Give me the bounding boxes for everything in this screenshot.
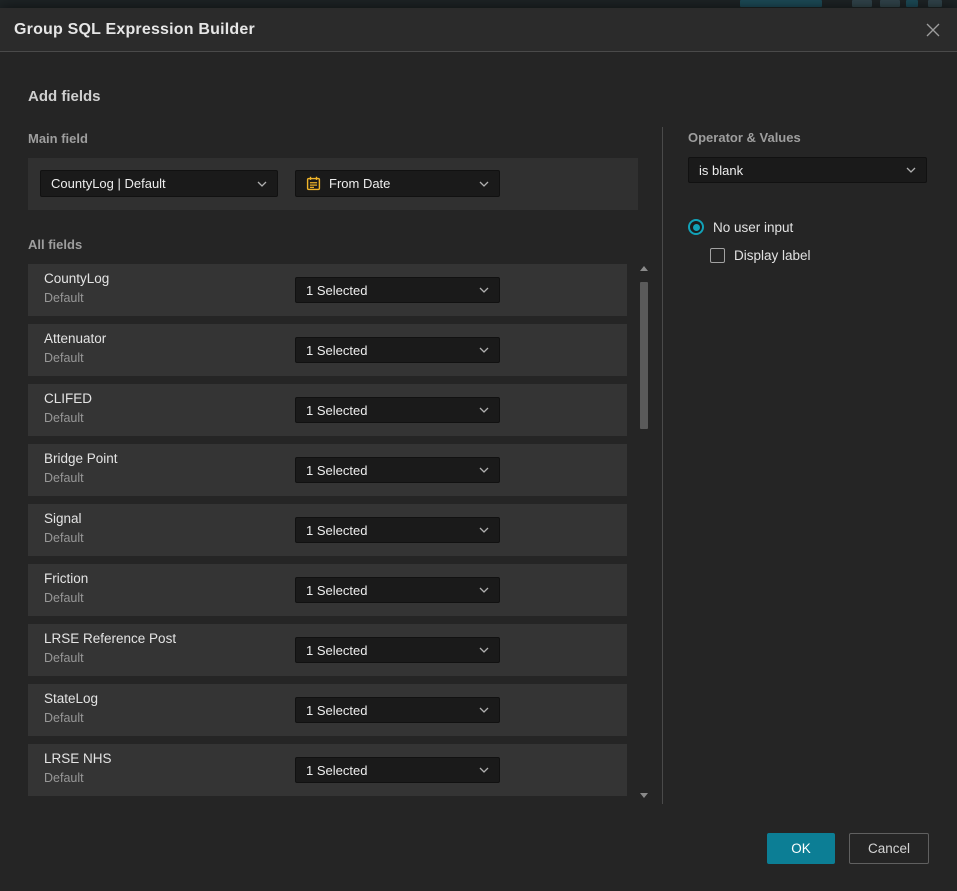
main-field-field-dropdown[interactable]: From Date (295, 170, 500, 197)
display-label-text: Display label (734, 248, 811, 263)
field-row: Friction Default 1 Selected (28, 564, 627, 616)
background-toolbar-fragment (906, 0, 918, 7)
field-selection-value: 1 Selected (306, 343, 471, 358)
chevron-down-icon (479, 407, 489, 413)
all-fields-list: CountyLog Default 1 Selected Attenuator … (28, 264, 627, 804)
main-field-field-value: From Date (329, 176, 471, 191)
field-name: StateLog (44, 691, 98, 706)
chevron-down-icon (479, 287, 489, 293)
field-selection-dropdown[interactable]: 1 Selected (295, 517, 500, 543)
chevron-down-icon (479, 707, 489, 713)
operator-values-label: Operator & Values (688, 130, 801, 145)
field-subtitle: Default (44, 591, 84, 605)
list-scrollbar (639, 264, 650, 800)
field-subtitle: Default (44, 711, 84, 725)
background-toolbar-fragment (852, 0, 872, 7)
main-field-label: Main field (28, 131, 88, 146)
ok-button[interactable]: OK (767, 833, 835, 864)
operator-dropdown[interactable]: is blank (688, 157, 927, 183)
field-row: Attenuator Default 1 Selected (28, 324, 627, 376)
field-name: Bridge Point (44, 451, 118, 466)
field-selection-value: 1 Selected (306, 643, 471, 658)
background-live-view-fragment (740, 0, 822, 7)
all-fields-label: All fields (28, 237, 82, 252)
field-row: LRSE NHS Default 1 Selected (28, 744, 627, 796)
field-name: LRSE NHS (44, 751, 112, 766)
field-name: Attenuator (44, 331, 106, 346)
field-selection-dropdown[interactable]: 1 Selected (295, 277, 500, 303)
field-selection-value: 1 Selected (306, 283, 471, 298)
background-toolbar-fragment (928, 0, 942, 7)
dialog-title: Group SQL Expression Builder (14, 8, 255, 52)
field-name: Friction (44, 571, 88, 586)
field-subtitle: Default (44, 411, 84, 425)
panel-divider (662, 127, 663, 804)
field-row: StateLog Default 1 Selected (28, 684, 627, 736)
chevron-down-icon (479, 347, 489, 353)
cancel-button[interactable]: Cancel (849, 833, 929, 864)
field-selection-value: 1 Selected (306, 463, 471, 478)
no-user-input-label: No user input (713, 220, 793, 235)
field-selection-dropdown[interactable]: 1 Selected (295, 397, 500, 423)
field-selection-dropdown[interactable]: 1 Selected (295, 697, 500, 723)
chevron-down-icon (257, 181, 267, 187)
checkbox-unchecked-icon (710, 248, 725, 263)
field-subtitle: Default (44, 771, 84, 785)
field-subtitle: Default (44, 471, 84, 485)
scrollbar-down-arrow[interactable] (640, 793, 648, 798)
field-subtitle: Default (44, 291, 84, 305)
field-subtitle: Default (44, 351, 84, 365)
main-field-layer-dropdown[interactable]: CountyLog | Default (40, 170, 278, 197)
field-row: Bridge Point Default 1 Selected (28, 444, 627, 496)
field-selection-value: 1 Selected (306, 703, 471, 718)
field-row: LRSE Reference Post Default 1 Selected (28, 624, 627, 676)
field-name: CLIFED (44, 391, 92, 406)
scrollbar-up-arrow[interactable] (640, 266, 648, 271)
chevron-down-icon (479, 647, 489, 653)
field-selection-dropdown[interactable]: 1 Selected (295, 637, 500, 663)
field-name: LRSE Reference Post (44, 631, 176, 646)
field-selection-dropdown[interactable]: 1 Selected (295, 457, 500, 483)
operator-value: is blank (699, 163, 898, 178)
field-selection-dropdown[interactable]: 1 Selected (295, 577, 500, 603)
field-row: Signal Default 1 Selected (28, 504, 627, 556)
field-selection-dropdown[interactable]: 1 Selected (295, 337, 500, 363)
display-label-checkbox[interactable]: Display label (710, 248, 811, 263)
main-field-layer-value: CountyLog | Default (51, 176, 249, 191)
close-icon (925, 22, 941, 38)
field-selection-value: 1 Selected (306, 523, 471, 538)
field-selection-value: 1 Selected (306, 403, 471, 418)
background-toolbar-fragment (880, 0, 900, 7)
field-selection-value: 1 Selected (306, 763, 471, 778)
main-field-panel: CountyLog | Default From Date (28, 158, 638, 210)
radio-selected-icon (688, 219, 704, 235)
calendar-icon (306, 176, 321, 191)
close-button[interactable] (922, 19, 944, 41)
chevron-down-icon (479, 587, 489, 593)
field-name: CountyLog (44, 271, 109, 286)
add-fields-heading: Add fields (28, 88, 101, 105)
chevron-down-icon (479, 467, 489, 473)
field-subtitle: Default (44, 651, 84, 665)
field-subtitle: Default (44, 531, 84, 545)
chevron-down-icon (479, 527, 489, 533)
group-sql-expression-builder-dialog: Group SQL Expression Builder Add fields … (0, 8, 957, 891)
field-name: Signal (44, 511, 82, 526)
chevron-down-icon (906, 167, 916, 173)
dialog-titlebar: Group SQL Expression Builder (0, 8, 957, 52)
screen: Group SQL Expression Builder Add fields … (0, 0, 957, 891)
chevron-down-icon (479, 181, 489, 187)
no-user-input-radio[interactable]: No user input (688, 219, 793, 235)
field-row: CountyLog Default 1 Selected (28, 264, 627, 316)
field-selection-value: 1 Selected (306, 583, 471, 598)
chevron-down-icon (479, 767, 489, 773)
field-row: CLIFED Default 1 Selected (28, 384, 627, 436)
scrollbar-thumb[interactable] (640, 282, 648, 429)
background-app-strip (0, 0, 957, 8)
field-selection-dropdown[interactable]: 1 Selected (295, 757, 500, 783)
